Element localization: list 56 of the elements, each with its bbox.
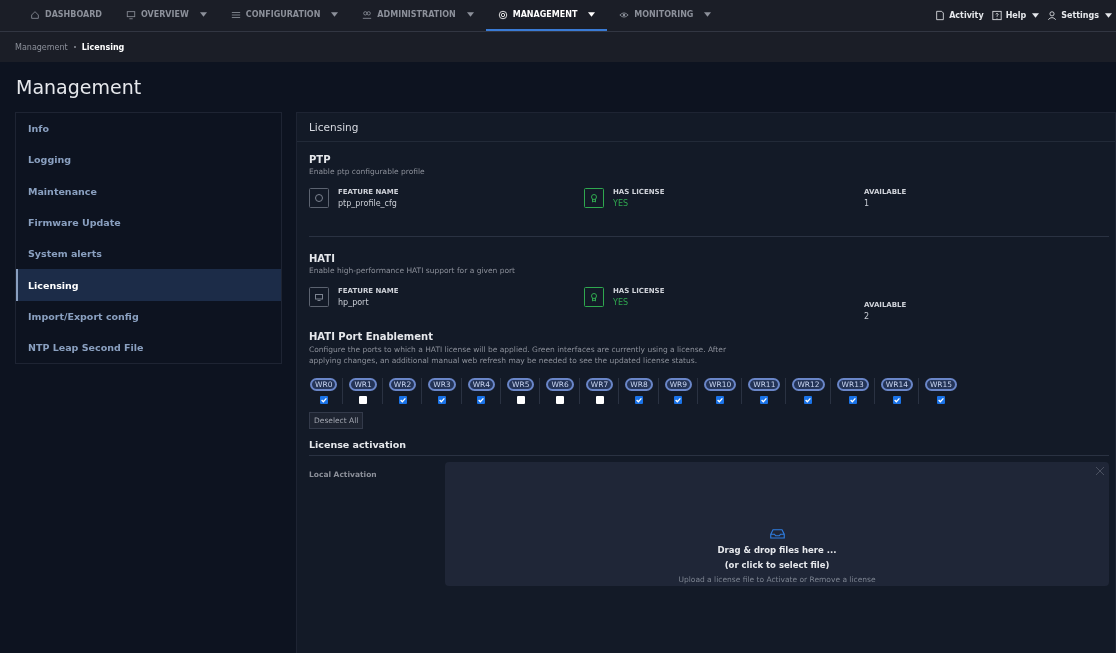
sidebar-item[interactable]: System alerts: [16, 238, 281, 270]
breadcrumb-item[interactable]: Management: [15, 42, 68, 52]
help-icon: [991, 10, 1002, 21]
sidebar-item[interactable]: Import/Export config: [16, 300, 281, 333]
port-checkbox[interactable]: [516, 396, 525, 404]
person-icon: [1047, 10, 1058, 21]
monitor-icon: [125, 9, 136, 20]
header-menu-item[interactable]: Activity: [935, 10, 984, 21]
port-checkbox[interactable]: [556, 396, 565, 404]
port-checkbox[interactable]: [398, 396, 407, 404]
monitor-icon: [309, 287, 329, 307]
feature-name: hp_port: [338, 298, 370, 307]
sidebar-item[interactable]: Firmware Update: [16, 206, 281, 239]
feature-name: ptp_profile_cfg: [338, 199, 398, 208]
nav-tab[interactable]: OVERVIEW: [113, 0, 219, 31]
port-checkbox[interactable]: [848, 396, 857, 404]
sidebar-item[interactable]: Logging: [16, 144, 281, 176]
page-title: Management: [15, 75, 143, 100]
sidebar-item[interactable]: Maintenance: [16, 175, 281, 207]
port-checkbox[interactable]: [319, 396, 328, 404]
sidebar-item[interactable]: Info: [16, 113, 281, 145]
nav-tab[interactable]: MONITORING: [607, 0, 724, 31]
breadcrumb-item: Licensing: [81, 42, 125, 52]
header-menu-item[interactable]: Settings: [1047, 10, 1112, 21]
port-checkbox[interactable]: [359, 396, 368, 404]
port-checkbox[interactable]: [760, 396, 769, 404]
drop-subtitle: (or click to select file): [724, 559, 830, 572]
available-count: 1: [864, 199, 871, 208]
port-checkbox[interactable]: [674, 396, 683, 404]
panel-title: Licensing: [297, 113, 1115, 142]
document-icon: [935, 10, 946, 21]
drop-title: Drag & drop files here ...: [717, 544, 837, 557]
port-checkbox[interactable]: [437, 396, 446, 404]
nav-tab[interactable]: DASHBOARD: [18, 0, 114, 31]
port-checkbox[interactable]: [634, 396, 643, 404]
available-count: 2: [864, 312, 871, 321]
license-status: YES: [613, 199, 630, 208]
port-checkbox[interactable]: [892, 396, 901, 404]
feature-title: PTP: [309, 154, 332, 165]
license-status: YES: [613, 298, 630, 307]
sidebar-item[interactable]: NTP Leap Second File: [16, 332, 281, 364]
eye-icon: [619, 9, 630, 20]
port-checkbox[interactable]: [937, 396, 945, 404]
nav-tab[interactable]: ADMINISTRATION: [350, 0, 486, 31]
port-checkbox[interactable]: [716, 396, 725, 404]
port-checkbox[interactable]: [477, 396, 486, 404]
feature-title: HATI: [309, 253, 336, 264]
port-checkbox[interactable]: [595, 396, 604, 404]
home-icon: [30, 9, 40, 20]
sidebar-item[interactable]: Licensing: [16, 269, 281, 301]
port-checkbox[interactable]: [804, 396, 813, 404]
section-title: HATI Port Enablement: [309, 331, 434, 342]
inbox-icon: [769, 528, 785, 539]
header-menu-item[interactable]: Help: [991, 10, 1040, 21]
section-title: License activation: [309, 439, 1109, 456]
nav-tab[interactable]: CONFIGURATION: [218, 0, 351, 31]
